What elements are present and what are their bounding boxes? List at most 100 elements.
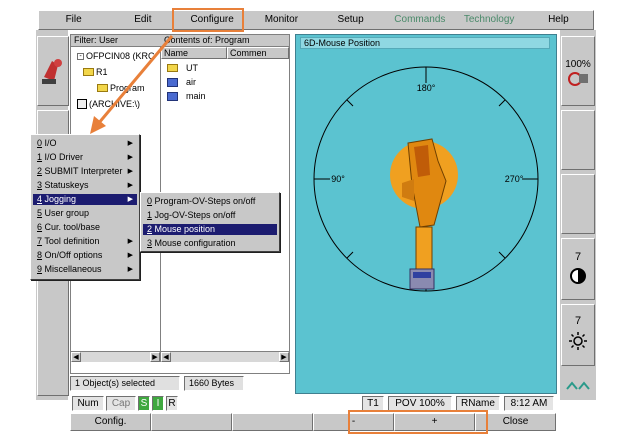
menu-file[interactable]: File <box>39 11 108 29</box>
brightness-icon <box>569 332 587 350</box>
tree-label: (ARCHIVE:\) <box>89 99 141 109</box>
robot-status-icon <box>42 59 62 84</box>
plus-minus-highlight-box <box>348 410 488 434</box>
module-icon <box>167 77 178 87</box>
file-list-header: Name Commen <box>161 47 289 59</box>
menu-technology[interactable]: Technology <box>455 11 524 29</box>
override-button[interactable]: 100% <box>561 36 595 106</box>
tree-node-archive[interactable]: (ARCHIVE:\) <box>77 99 140 109</box>
clock: 8:12 AM <box>504 396 554 411</box>
mouse-window-title: 6D-Mouse Position <box>300 37 550 49</box>
num-lock-indicator: Num <box>72 396 104 411</box>
file-name: UT <box>186 63 198 73</box>
menu-item-submit-interpreter[interactable]: 2 SUBMIT Interpreter ▶ <box>33 166 137 177</box>
menu-item-program-ov-steps[interactable]: 0 Program-OV-Steps on/off <box>143 196 277 207</box>
file-name: main <box>186 91 206 101</box>
menu-item-cur-tool-base[interactable]: 6 Cur. tool/base <box>33 222 137 233</box>
column-comment[interactable]: Commen <box>227 47 289 59</box>
column-name[interactable]: Name <box>161 47 227 59</box>
scroll-left-icon[interactable]: ◀ <box>71 352 81 362</box>
submit-status-s[interactable]: S <box>138 396 150 411</box>
left-side-button-4[interactable] <box>37 278 69 396</box>
submenu-arrow-icon: ▶ <box>127 168 133 175</box>
submenu-arrow-icon: ▶ <box>127 140 133 147</box>
submenu-arrow-icon: ▶ <box>127 154 133 161</box>
menu-item-jog-ov-steps[interactable]: 1 Jog-OV-Steps on/off <box>143 210 277 221</box>
menu-item-miscellaneous[interactable]: 9 Miscellaneous ▶ <box>33 264 137 275</box>
tree-label: R1 <box>96 67 108 77</box>
menu-setup[interactable]: Setup <box>316 11 385 29</box>
folder-icon <box>167 64 178 72</box>
main-menu-bar: File Edit Configure Monitor Setup Comman… <box>38 10 594 30</box>
contrast-value: 7 <box>574 251 582 263</box>
mouse-position-window: 6D-Mouse Position 180° 90° 270° <box>295 34 557 394</box>
menu-item-tool-definition[interactable]: 7 Tool definition ▶ <box>33 236 137 247</box>
robot-name: RName <box>456 396 500 411</box>
contrast-button[interactable]: 7 <box>561 238 595 300</box>
jogging-submenu: 0 Program-OV-Steps on/off 1 Jog-OV-Steps… <box>140 192 280 252</box>
scroll-left-icon[interactable]: ◀ <box>161 352 171 362</box>
menu-item-mouse-position[interactable]: 2 Mouse position <box>143 224 277 235</box>
menu-item-mouse-configuration[interactable]: 3 Mouse configuration <box>143 238 277 249</box>
angle-label-top: 180° <box>417 83 436 93</box>
file-name: air <box>186 77 197 87</box>
contrast-icon <box>570 268 586 284</box>
configure-dropdown-menu: 0 I/O ▶ 1 I/O Driver ▶ 2 SUBMIT Interprete… <box>30 134 140 280</box>
configure-highlight-box <box>172 8 244 32</box>
operating-mode: T1 <box>362 396 384 411</box>
program-override: POV 100% <box>388 396 452 411</box>
angle-label-left: 90° <box>331 174 345 184</box>
softkey-3[interactable] <box>232 413 313 431</box>
tree-label: OFPCIN08 (KRC <box>86 51 155 61</box>
tree-label: Program <box>110 83 145 93</box>
scroll-right-icon[interactable]: ▶ <box>150 352 160 362</box>
drives-status-i[interactable]: I <box>152 396 164 411</box>
filter-label: Filter: User <box>71 35 161 47</box>
menu-edit[interactable]: Edit <box>108 11 177 29</box>
module-icon <box>167 91 178 101</box>
right-status-panel: 100% 7 7 <box>560 30 596 400</box>
tree-collapse-icon[interactable]: - <box>77 52 84 60</box>
folder-open-icon <box>97 84 108 92</box>
files-horizontal-scrollbar[interactable]: ◀ ▶ <box>161 351 289 362</box>
mouse-position-dial: 180° 90° 270° <box>313 66 539 292</box>
double-chevron-up-icon <box>566 381 590 390</box>
file-item-ut[interactable]: UT <box>167 63 198 73</box>
window-switch-button[interactable] <box>561 370 595 398</box>
robot-topview-icon <box>390 138 458 290</box>
menu-item-io[interactable]: 0 I/O ▶ <box>33 138 137 149</box>
file-item-main[interactable]: main <box>167 91 206 101</box>
menu-item-io-driver[interactable]: 1 I/O Driver ▶ <box>33 152 137 163</box>
objects-selected-text: 1 Object(s) selected <box>70 376 180 391</box>
program-status-r[interactable]: R <box>166 396 178 411</box>
submenu-arrow-icon: ▶ <box>127 196 133 203</box>
brightness-value: 7 <box>574 315 582 327</box>
explorer-status-row: 1 Object(s) selected 1660 Bytes <box>70 376 244 391</box>
override-value: 100% <box>565 59 591 70</box>
menu-commands[interactable]: Commands <box>385 11 454 29</box>
tree-horizontal-scrollbar[interactable]: ◀ ▶ <box>71 351 160 362</box>
softkey-config[interactable]: Config. <box>70 413 151 431</box>
file-item-air[interactable]: air <box>167 77 196 87</box>
scroll-right-icon[interactable]: ▶ <box>279 352 289 362</box>
tree-node-controller[interactable]: - OFPCIN08 (KRC <box>77 51 155 61</box>
right-side-button-3[interactable] <box>561 174 595 234</box>
menu-item-user-group[interactable]: 5 User group <box>33 208 137 219</box>
menu-monitor[interactable]: Monitor <box>247 11 316 29</box>
softkey-2[interactable] <box>151 413 232 431</box>
menu-item-statuskeys[interactable]: 3 Statuskeys ▶ <box>33 180 137 191</box>
archive-drive-icon <box>77 99 87 109</box>
robot-status-button[interactable] <box>37 36 69 106</box>
brightness-button[interactable]: 7 <box>561 304 595 366</box>
submenu-arrow-icon: ▶ <box>127 252 133 259</box>
menu-item-on-off-options[interactable]: 8 On/Off options ▶ <box>33 250 137 261</box>
contents-label: Contents of: Program <box>161 35 289 47</box>
right-side-button-2[interactable] <box>561 110 595 170</box>
tree-node-program[interactable]: Program <box>97 83 145 93</box>
caps-lock-indicator: Cap <box>106 396 136 411</box>
tree-node-r1[interactable]: R1 <box>83 67 108 77</box>
kuka-hmi-screen: File Edit Configure Monitor Setup Comman… <box>0 0 640 441</box>
menu-help[interactable]: Help <box>524 11 593 29</box>
bytes-text: 1660 Bytes <box>184 376 244 391</box>
menu-item-jogging[interactable]: 4 Jogging ▶ <box>33 194 137 205</box>
